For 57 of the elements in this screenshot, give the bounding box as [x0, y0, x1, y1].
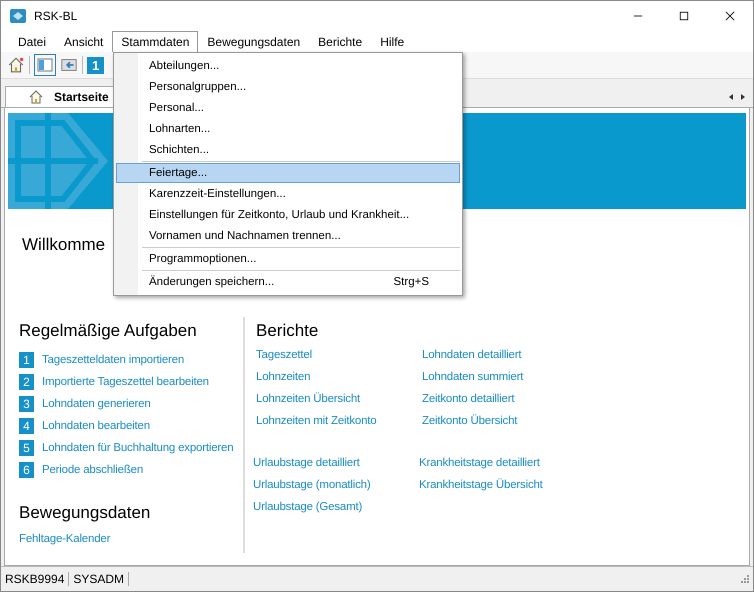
tab-label: Startseite [54, 90, 109, 104]
task-link[interactable]: Importierte Tageszettel bearbeiten [42, 376, 209, 388]
home-icon[interactable] [7, 56, 25, 74]
menu-item[interactable]: Abteilungen... [116, 56, 460, 76]
section-heading: Berichte [256, 321, 320, 341]
task-link[interactable]: Lohndaten bearbeiten [42, 420, 150, 432]
menu-item[interactable]: Einstellungen für Zeitkonto, Urlaub und Krankheit... [116, 205, 460, 225]
menu-item[interactable]: Feiertage... [116, 163, 460, 183]
menu-item[interactable]: Schichten... [116, 140, 460, 160]
report-link[interactable]: Urlaubstage (monatlich) [253, 479, 419, 501]
step-number: 1 [19, 352, 34, 368]
menu-item[interactable]: Änderungen speichern... Strg+S [116, 272, 460, 292]
report-link[interactable]: Zeitkonto Übersicht [422, 415, 622, 437]
status-field: RSKB9994 [1, 572, 70, 586]
report-link[interactable]: Lohnzeiten [256, 371, 422, 393]
panel-icon[interactable] [34, 54, 56, 76]
window-title: RSK-BL [34, 9, 78, 23]
report-link[interactable]: Lohnzeiten mit Zeitkonto [256, 415, 422, 437]
step-number: 5 [19, 440, 34, 456]
menu-bar-item[interactable]: Datei [9, 31, 56, 52]
home-icon [28, 89, 44, 105]
menu-item[interactable]: Lohnarten... [116, 119, 460, 139]
menu-item[interactable]: Vornamen und Nachnamen trennen... [116, 226, 460, 246]
number-badge[interactable]: 1 [87, 56, 104, 74]
task-link[interactable]: Tageszetteldaten importieren [42, 354, 184, 366]
welcome-heading: Willkomme [22, 235, 106, 255]
app-icon [10, 8, 26, 24]
report-link[interactable]: Urlaubstage detailliert [253, 457, 419, 479]
report-link[interactable]: Krankheitstage detailliert [419, 457, 619, 479]
report-link[interactable]: Tageszettel [256, 349, 422, 371]
menu-bar-item[interactable]: Ansicht [55, 31, 112, 52]
menu-bar-item[interactable]: Berichte [309, 31, 372, 52]
step-number: 3 [19, 396, 34, 412]
report-link[interactable]: Lohnzeiten Übersicht [256, 393, 422, 415]
scroll-right-icon[interactable] [739, 93, 747, 101]
menu-item[interactable]: Karenzzeit-Einstellungen... [116, 184, 460, 204]
calendar-link[interactable]: Fehltage-Kalender [19, 533, 110, 545]
menu-bar-item[interactable]: Hilfe [371, 31, 414, 52]
step-number: 2 [19, 374, 34, 390]
menu-bar-item[interactable]: Stammdaten [112, 31, 198, 52]
report-link[interactable]: Lohndaten detailliert [422, 349, 622, 371]
step-number: 4 [19, 418, 34, 434]
menu-item[interactable]: Programmoptionen... [116, 249, 460, 269]
report-link[interactable]: Lohndaten summiert [422, 371, 622, 393]
status-field: SYSADM [69, 572, 130, 586]
report-link[interactable]: Urlaubstage (Gesamt) [253, 501, 419, 523]
resize-grip-icon[interactable] [740, 574, 750, 584]
scroll-left-icon[interactable] [727, 93, 735, 101]
menu-bar-item[interactable]: Bewegungsdaten [198, 31, 310, 52]
step-number: 6 [19, 462, 34, 478]
section-heading: Regelmäßige Aufgaben [19, 321, 198, 341]
section-heading: Bewegungsdaten [19, 503, 152, 523]
task-link[interactable]: Periode abschließen [42, 464, 144, 476]
task-link[interactable]: Lohndaten generieren [42, 398, 151, 410]
report-link[interactable]: Krankheitstage Übersicht [419, 479, 619, 501]
task-link[interactable]: Lohndaten für Buchhaltung exportieren [42, 442, 234, 454]
report-link[interactable]: Zeitkonto detailliert [422, 393, 622, 415]
